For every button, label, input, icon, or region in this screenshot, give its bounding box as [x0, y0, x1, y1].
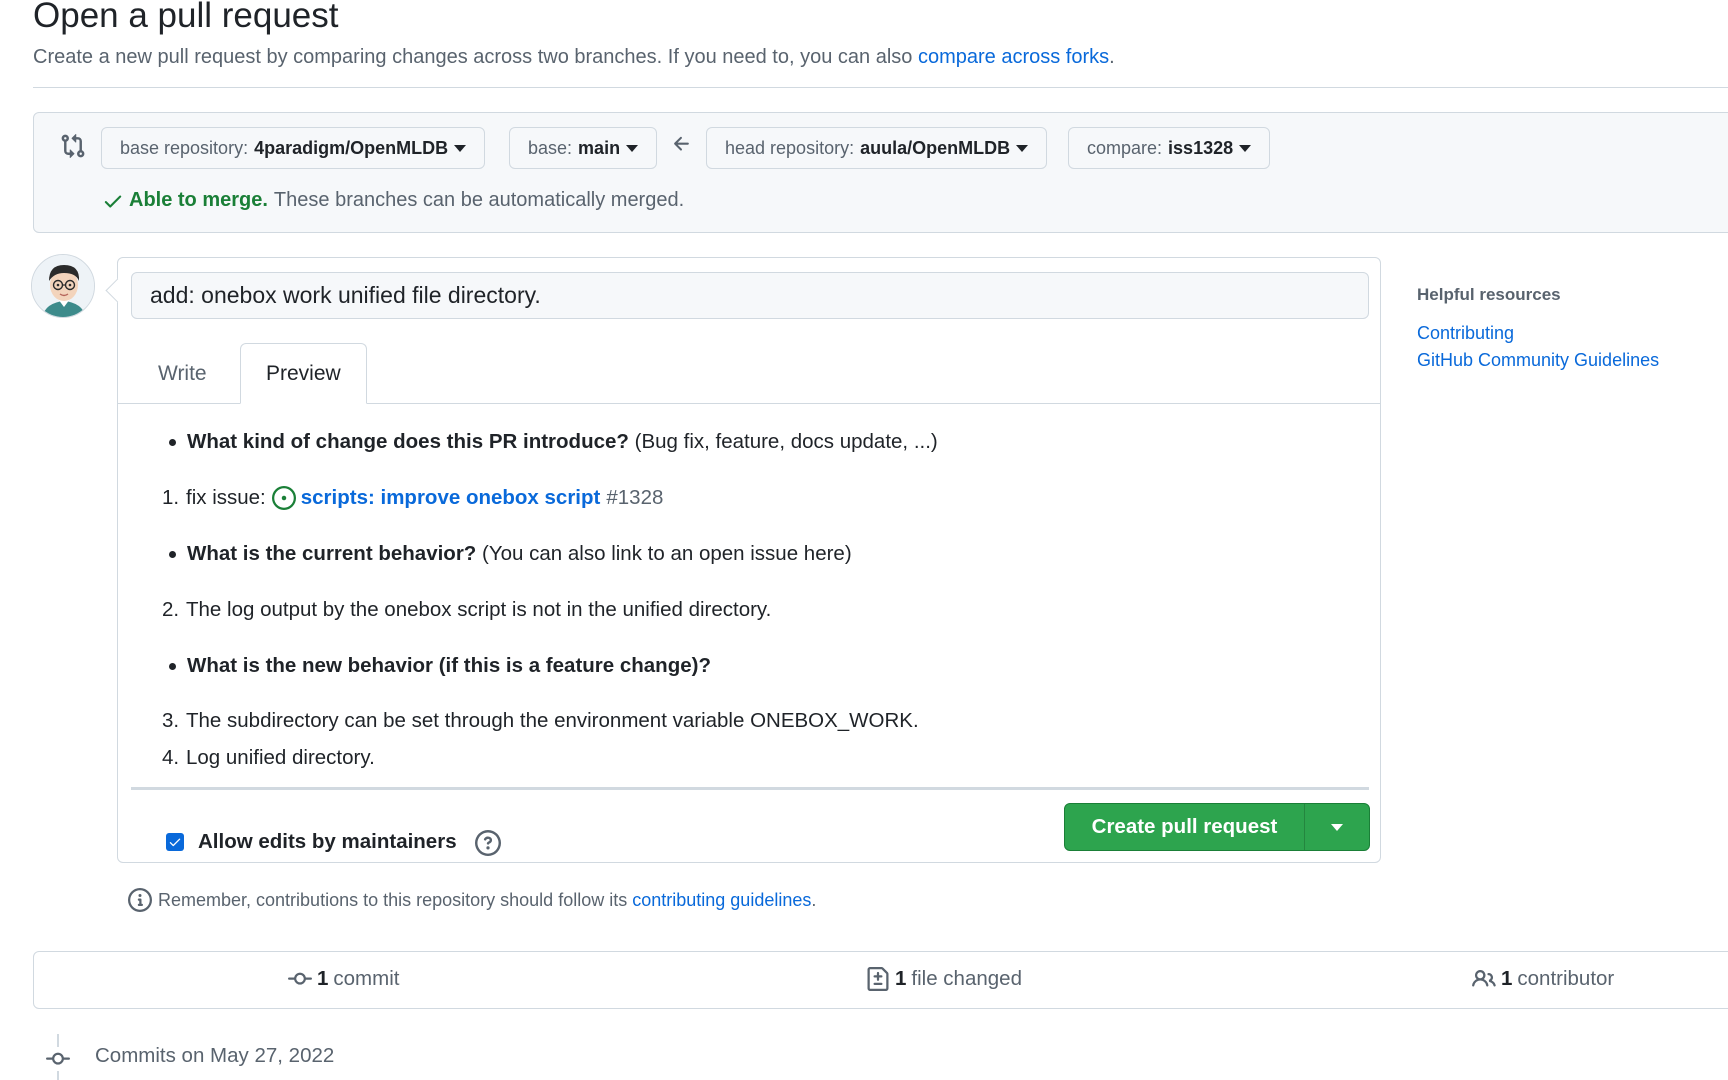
- question-2-bold: What is the current behavior?: [187, 542, 477, 565]
- commit-icon: [46, 1047, 70, 1071]
- commit-icon: [288, 972, 312, 985]
- commits-count: 1: [317, 967, 329, 990]
- helpful-resources-title: Helpful resources: [1417, 285, 1561, 304]
- files-label: file changed: [911, 967, 1022, 990]
- page-title: Open a pull request: [33, 0, 339, 35]
- check-icon: [104, 195, 122, 208]
- list-item-4-number: 4.: [162, 746, 180, 769]
- base-branch-value: main: [578, 137, 621, 158]
- page-description-text: Create a new pull request by comparing c…: [33, 46, 913, 68]
- sidebar-link-community-guidelines[interactable]: GitHub Community Guidelines: [1417, 350, 1659, 371]
- sidebar-link-contributing[interactable]: Contributing: [1417, 323, 1514, 344]
- head-repository-select[interactable]: head repository: auula/OpenMLDB: [706, 127, 1048, 169]
- contributing-guidelines-link[interactable]: contributing guidelines: [632, 890, 811, 911]
- caret-down-icon: [1239, 144, 1252, 152]
- list-item-4-text: Log unified directory.: [186, 746, 375, 769]
- list-item-1-number: 1.: [162, 486, 180, 509]
- compare-branch-select[interactable]: compare: iss1328: [1068, 127, 1271, 169]
- compare-branch-label: compare:: [1087, 137, 1163, 158]
- list-item-3: 3. The subdirectory can be set through t…: [162, 709, 919, 733]
- list-item-2: 2. The log output by the onebox script i…: [162, 598, 771, 622]
- base-branch-label: base:: [528, 137, 573, 158]
- caret-down-icon: [1016, 144, 1029, 152]
- base-branch-select[interactable]: base: main: [509, 127, 658, 169]
- head-repository-value: auula/OpenMLDB: [860, 137, 1011, 158]
- question-3-bold: What is the new behavior (if this is a f…: [187, 654, 711, 677]
- git-compare-icon: [61, 133, 85, 159]
- preview-bottom-divider: [131, 787, 1369, 790]
- stat-files-changed[interactable]: 1 file changed: [866, 967, 1022, 991]
- list-item-1: 1. fix issue: scripts: improve onebox sc…: [162, 486, 663, 510]
- base-repository-label: base repository:: [120, 137, 249, 158]
- pr-composer: add: onebox work unified file directory.…: [117, 257, 1381, 863]
- range-editor: base repository: 4paradigm/OpenMLDB base…: [33, 112, 1728, 233]
- compare-branch-value: iss1328: [1168, 137, 1234, 158]
- list-item-3-number: 3.: [162, 709, 180, 732]
- contributing-note: Remember, contributions to this reposito…: [128, 888, 816, 912]
- commits-label: commit: [333, 967, 400, 990]
- create-pr-dropdown-button[interactable]: [1305, 804, 1369, 850]
- tab-write[interactable]: Write: [133, 343, 232, 404]
- stat-commits[interactable]: 1 commit: [288, 967, 399, 991]
- issue-number: #1328: [606, 486, 664, 509]
- question-2: What is the current behavior? (You can a…: [162, 542, 852, 566]
- allow-edits-checkbox[interactable]: [166, 833, 184, 851]
- question-1-bold: What kind of change does this PR introdu…: [187, 430, 629, 453]
- merge-desc-text: These branches can be automatically merg…: [273, 189, 685, 211]
- create-pull-request-label[interactable]: Create pull request: [1065, 804, 1305, 850]
- commits-date-heading: Commits on May 27, 2022: [95, 1044, 335, 1067]
- merge-status: Able to merge. These branches can be aut…: [102, 189, 684, 212]
- compare-across-forks-link[interactable]: compare across forks: [918, 46, 1109, 68]
- pr-title-input[interactable]: add: onebox work unified file directory.: [131, 272, 1369, 319]
- merge-ok-text: Able to merge.: [129, 189, 268, 211]
- note-period: .: [811, 889, 817, 910]
- allow-edits-label[interactable]: Allow edits by maintainers: [198, 830, 457, 854]
- list-item-4: 4. Log unified directory.: [162, 746, 375, 770]
- tab-preview[interactable]: Preview: [240, 343, 367, 404]
- list-item-1-prefix: fix issue:: [186, 486, 266, 509]
- question-3: What is the new behavior (if this is a f…: [162, 654, 711, 678]
- question-2-rest: (You can also link to an open issue here…: [482, 542, 852, 565]
- list-item-2-number: 2.: [162, 598, 180, 621]
- question-icon[interactable]: [475, 830, 501, 856]
- people-icon: [1472, 969, 1496, 987]
- contributors-label: contributor: [1517, 967, 1615, 990]
- bullet: [169, 550, 176, 558]
- list-item-3-text: The subdirectory can be set through the …: [186, 709, 919, 732]
- stat-contributors[interactable]: 1 contributor: [1472, 967, 1614, 991]
- pr-stats-bar: 1 commit 1 file changed 1 contributor: [33, 951, 1728, 1009]
- bullet: [169, 438, 176, 446]
- caret-down-icon: [454, 144, 467, 152]
- info-icon: [128, 888, 152, 912]
- create-pull-request-button[interactable]: Create pull request: [1064, 803, 1370, 851]
- question-1-rest: (Bug fix, feature, docs update, ...): [634, 430, 938, 453]
- base-repository-value: 4paradigm/OpenMLDB: [254, 137, 449, 158]
- issue-link[interactable]: scripts: improve onebox script: [301, 486, 601, 510]
- description-period: .: [1109, 46, 1115, 68]
- contributing-note-text: Remember, contributions to this reposito…: [158, 889, 628, 910]
- list-item-2-text: The log output by the onebox script is n…: [186, 598, 772, 621]
- head-repository-label: head repository:: [725, 137, 855, 158]
- issue-opened-icon: [271, 486, 296, 510]
- files-count: 1: [895, 967, 907, 990]
- check-icon: [169, 838, 181, 847]
- question-1: What kind of change does this PR introdu…: [162, 430, 938, 454]
- arrow-left-icon: [674, 136, 689, 151]
- caret-down-icon: [1331, 823, 1343, 831]
- header-divider: [33, 87, 1728, 88]
- avatar-illustration: [32, 255, 94, 317]
- avatar[interactable]: [31, 254, 95, 318]
- base-repository-select[interactable]: base repository: 4paradigm/OpenMLDB: [101, 127, 486, 169]
- page-description: Create a new pull request by comparing c…: [33, 46, 1115, 69]
- bullet: [169, 662, 176, 670]
- file-diff-icon: [867, 967, 889, 991]
- contributors-count: 1: [1501, 967, 1513, 990]
- caret-down-icon: [626, 144, 639, 152]
